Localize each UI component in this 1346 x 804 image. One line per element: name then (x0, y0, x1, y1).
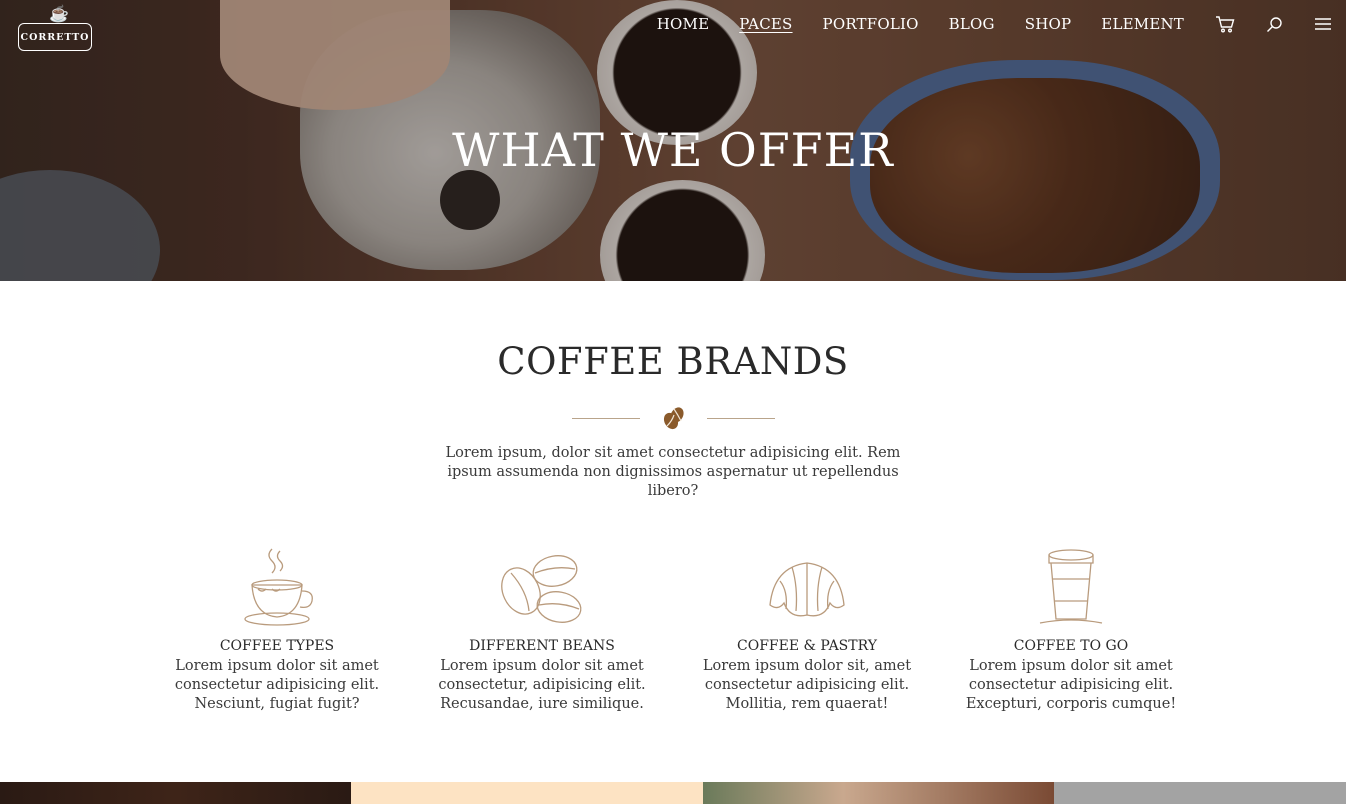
section-intro: Lorem ipsum, dolor sit amet consectetur … (445, 445, 901, 499)
coffee-cup-icon (232, 545, 322, 630)
gallery-tile-photo (703, 782, 1054, 804)
feature-different-beans: DIFFERENT BEANS Lorem ipsum dolor sit am… (427, 545, 657, 714)
coffee-cup-icon: ☕ (49, 4, 69, 23)
gallery-tile-dark (0, 782, 351, 804)
feature-title: COFFEE & PASTRY (737, 638, 877, 654)
section-title: COFFEE BRANDS (497, 340, 849, 383)
coffee-beans-icon (497, 545, 587, 630)
feature-text-line: consectetur, adipisicing elit. (438, 677, 646, 693)
feature-text-line: Nesciunt, fugiat fugit? (194, 696, 360, 712)
nav-element[interactable]: ELEMENT (1101, 15, 1184, 33)
feature-coffee-types: COFFEE TYPES Lorem ipsum dolor sit amet … (162, 545, 392, 714)
nav-blog[interactable]: BLOG (949, 15, 995, 33)
coffee-beans-icon (660, 405, 688, 433)
feature-text-line: consectetur adipisicing elit. (968, 677, 1174, 693)
feature-text-line: Lorem ipsum dolor sit, amet (702, 658, 912, 674)
nav-portfolio[interactable]: PORTFOLIO (823, 15, 919, 33)
nav-pages[interactable]: PACES (739, 15, 792, 33)
feature-text-line: Lorem ipsum dolor sit amet (440, 658, 644, 674)
croissant-icon (762, 545, 852, 630)
feature-text-line: Recusandae, iure similique. (440, 696, 644, 712)
site-logo[interactable]: ☕ CORRETTO (18, 6, 94, 52)
nav-home[interactable]: HOME (657, 15, 710, 33)
feature-coffee-pastry: COFFEE & PASTRY Lorem ipsum dolor sit, a… (692, 545, 922, 714)
feature-coffee-to-go: COFFEE TO GO Lorem ipsum dolor sit amet … (956, 545, 1186, 714)
feature-text-line: Lorem ipsum dolor sit amet (969, 658, 1173, 674)
logo-text: CORRETTO (20, 31, 90, 43)
divider-line (707, 418, 775, 419)
divider-line (572, 418, 640, 419)
main-navigation: HOME PACES PORTFOLIO BLOG SHOP ELEMENT (657, 10, 1346, 38)
gallery-tile-cream (351, 782, 703, 804)
page-title: WHAT WE OFFER (452, 123, 894, 177)
menu-icon[interactable] (1312, 13, 1334, 35)
logo-badge: CORRETTO (18, 23, 92, 51)
feature-text: Lorem ipsum dolor sit amet consectetur, … (427, 657, 657, 714)
hero-banner: ☕ CORRETTO HOME PACES PORTFOLIO BLOG SHO… (0, 0, 1346, 281)
feature-text: Lorem ipsum dolor sit amet consectetur a… (956, 657, 1186, 714)
feature-text-line: Excepturi, corporis cumque! (965, 696, 1177, 712)
feature-title: COFFEE TO GO (1013, 638, 1129, 654)
search-icon[interactable] (1263, 13, 1285, 35)
feature-title: DIFFERENT BEANS (469, 638, 615, 654)
feature-text-line: Mollitia, rem quaerat! (725, 696, 889, 712)
feature-text-line: consectetur adipisicing elit. (704, 677, 910, 693)
feature-text-line: Lorem ipsum dolor sit amet (175, 658, 379, 674)
feature-title: COFFEE TYPES (219, 638, 335, 654)
takeaway-cup-icon (1026, 545, 1116, 630)
cart-icon[interactable] (1214, 13, 1236, 35)
section-divider (572, 403, 775, 433)
feature-text: Lorem ipsum dolor sit, amet consectetur … (692, 657, 922, 714)
gallery-tile-grey (1054, 782, 1346, 804)
nav-shop[interactable]: SHOP (1025, 15, 1072, 33)
feature-text: Lorem ipsum dolor sit amet consectetur a… (162, 657, 392, 714)
feature-text-line: consectetur adipisicing elit. (174, 677, 380, 693)
